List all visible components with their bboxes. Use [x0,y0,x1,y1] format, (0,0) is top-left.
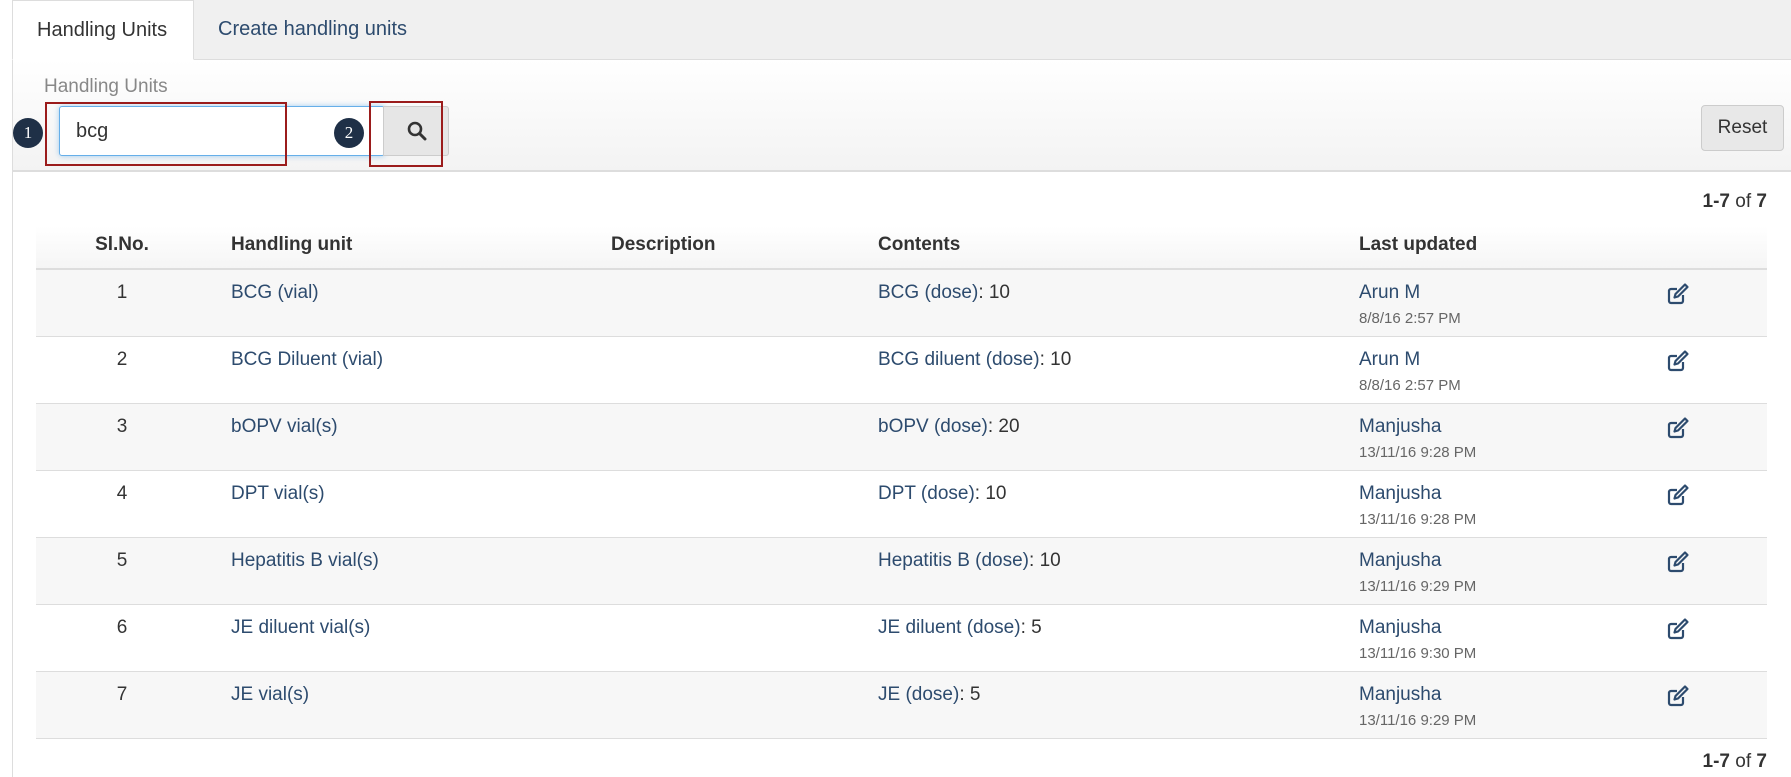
reset-button[interactable]: Reset [1701,105,1784,151]
tab-bar: Handling Units Create handling units [0,0,1791,60]
cell-sl-no: 6 [116,617,128,638]
header-contents: Contents [878,234,961,255]
table-body: 1 BCG (vial) BCG (dose): 10 Arun M 8/8/16 2:… [36,270,1767,739]
header-description: Description [611,234,716,255]
cell-updated-at: 13/11/16 9:28 PM [1359,444,1477,461]
cell-contents-item-link[interactable]: BCG (dose) [878,282,978,303]
cell-contents-qty: : 5 [1020,617,1042,638]
cell-contents: JE diluent (dose): 5 [878,617,1042,639]
cell-contents: BCG (dose): 10 [878,282,1010,304]
cell-updated-by: Manjusha [1359,684,1442,705]
cell-updated-at: 13/11/16 9:29 PM [1359,578,1477,595]
pagination-range: 1-7 [1702,191,1730,212]
cell-contents-qty: : 10 [1039,349,1072,370]
cell-contents-qty: : 10 [978,282,1011,303]
cell-handling-unit-link[interactable]: bOPV vial(s) [231,416,338,438]
cell-handling-unit-link[interactable]: DPT vial(s) [231,483,325,505]
cell-sl-no: 3 [116,416,128,437]
cell-contents: Hepatitis B (dose): 10 [878,550,1061,572]
filter-bar: Handling Units Reset [13,60,1791,172]
table-row: 2 BCG Diluent (vial) BCG diluent (dose): 1… [36,337,1767,404]
search-button[interactable] [383,106,449,156]
cell-contents-qty: : 5 [959,684,981,705]
cell-contents: DPT (dose): 10 [878,483,1007,505]
cell-contents: BCG diluent (dose): 10 [878,349,1071,371]
table-row: 7 JE vial(s) JE (dose): 5 Manjusha 13/11/16 … [36,672,1767,739]
filter-label: Handling Units [44,76,168,97]
cell-sl-no: 1 [116,282,128,303]
cell-contents-item-link[interactable]: bOPV (dose) [878,416,988,437]
edit-icon[interactable] [1666,550,1690,574]
header-sl-no: Sl.No. [95,234,149,255]
cell-handling-unit-link[interactable]: BCG Diluent (vial) [231,349,383,371]
pagination-of: of [1735,191,1752,212]
pagination-total: 7 [1756,191,1767,212]
cell-sl-no: 5 [116,550,128,571]
edit-icon[interactable] [1666,483,1690,507]
cell-contents-item-link[interactable]: BCG diluent (dose) [878,349,1040,370]
cell-contents-qty: : 10 [1029,550,1061,571]
cell-contents-item-link[interactable]: JE (dose) [878,684,959,705]
handling-units-table: Sl.No. Handling unit Description Content… [36,226,1767,739]
cell-handling-unit-link[interactable]: BCG (vial) [231,282,319,304]
cell-updated-by: Arun M [1359,282,1421,303]
cell-sl-no: 2 [116,349,128,370]
cell-contents: bOPV (dose): 20 [878,416,1020,438]
pagination-of: of [1735,751,1752,772]
search-icon [407,121,427,141]
edit-icon[interactable] [1666,684,1690,708]
table-row: 5 Hepatitis B vial(s) Hepatitis B (dose): … [36,538,1767,605]
cell-contents-item-link[interactable]: Hepatitis B (dose) [878,550,1029,571]
cell-updated-at: 13/11/16 9:29 PM [1359,712,1477,729]
cell-updated-at: 13/11/16 9:30 PM [1359,645,1477,662]
cell-handling-unit-link[interactable]: JE diluent vial(s) [231,617,370,639]
cell-handling-unit-link[interactable]: JE vial(s) [231,684,309,706]
header-last-updated: Last updated [1359,234,1478,255]
cell-contents: JE (dose): 5 [878,684,980,706]
cell-updated-at: 8/8/16 2:57 PM [1359,377,1461,394]
table-row: 4 DPT vial(s) DPT (dose): 10 Manjusha 13/11/… [36,471,1767,538]
pagination-count-bottom: 1-7 of 7 [1703,751,1767,773]
pagination-total: 7 [1756,751,1767,772]
cell-contents-qty: : 20 [987,416,1020,437]
cell-updated-by: Manjusha [1359,550,1442,571]
table-header: Sl.No. Handling unit Description Content… [36,226,1767,270]
pagination-count-top: 1-7 of 7 [1703,191,1767,213]
pagination-range: 1-7 [1702,751,1730,772]
callout-marker-2: 2 [334,118,364,148]
tab-handling-units[interactable]: Handling Units [12,0,194,60]
cell-updated-by: Manjusha [1359,483,1442,504]
edit-icon[interactable] [1666,416,1690,440]
cell-updated-by: Manjusha [1359,416,1442,437]
table-row: 6 JE diluent vial(s) JE diluent (dose): 5 M… [36,605,1767,672]
cell-contents-item-link[interactable]: DPT (dose) [878,483,975,504]
cell-sl-no: 4 [116,483,128,504]
cell-updated-by: Arun M [1359,349,1421,370]
cell-updated-at: 13/11/16 9:28 PM [1359,511,1477,528]
header-handling-unit: Handling unit [231,234,353,255]
tab-create-handling-units[interactable]: Create handling units [194,0,1791,60]
table-row: 1 BCG (vial) BCG (dose): 10 Arun M 8/8/16 2:… [36,270,1767,337]
cell-updated-by: Manjusha [1359,617,1442,638]
cell-contents-item-link[interactable]: JE diluent (dose) [878,617,1021,638]
cell-updated-at: 8/8/16 2:57 PM [1359,310,1461,327]
cell-handling-unit-link[interactable]: Hepatitis B vial(s) [231,550,379,572]
cell-contents-qty: : 10 [974,483,1007,504]
edit-icon[interactable] [1666,349,1690,373]
edit-icon[interactable] [1666,617,1690,641]
cell-sl-no: 7 [116,684,128,705]
edit-icon[interactable] [1666,282,1690,306]
tab-create-label: Create handling units [218,18,408,40]
callout-marker-1: 1 [13,118,43,148]
table-row: 3 bOPV vial(s) bOPV (dose): 20 Manjusha 13/1… [36,404,1767,471]
